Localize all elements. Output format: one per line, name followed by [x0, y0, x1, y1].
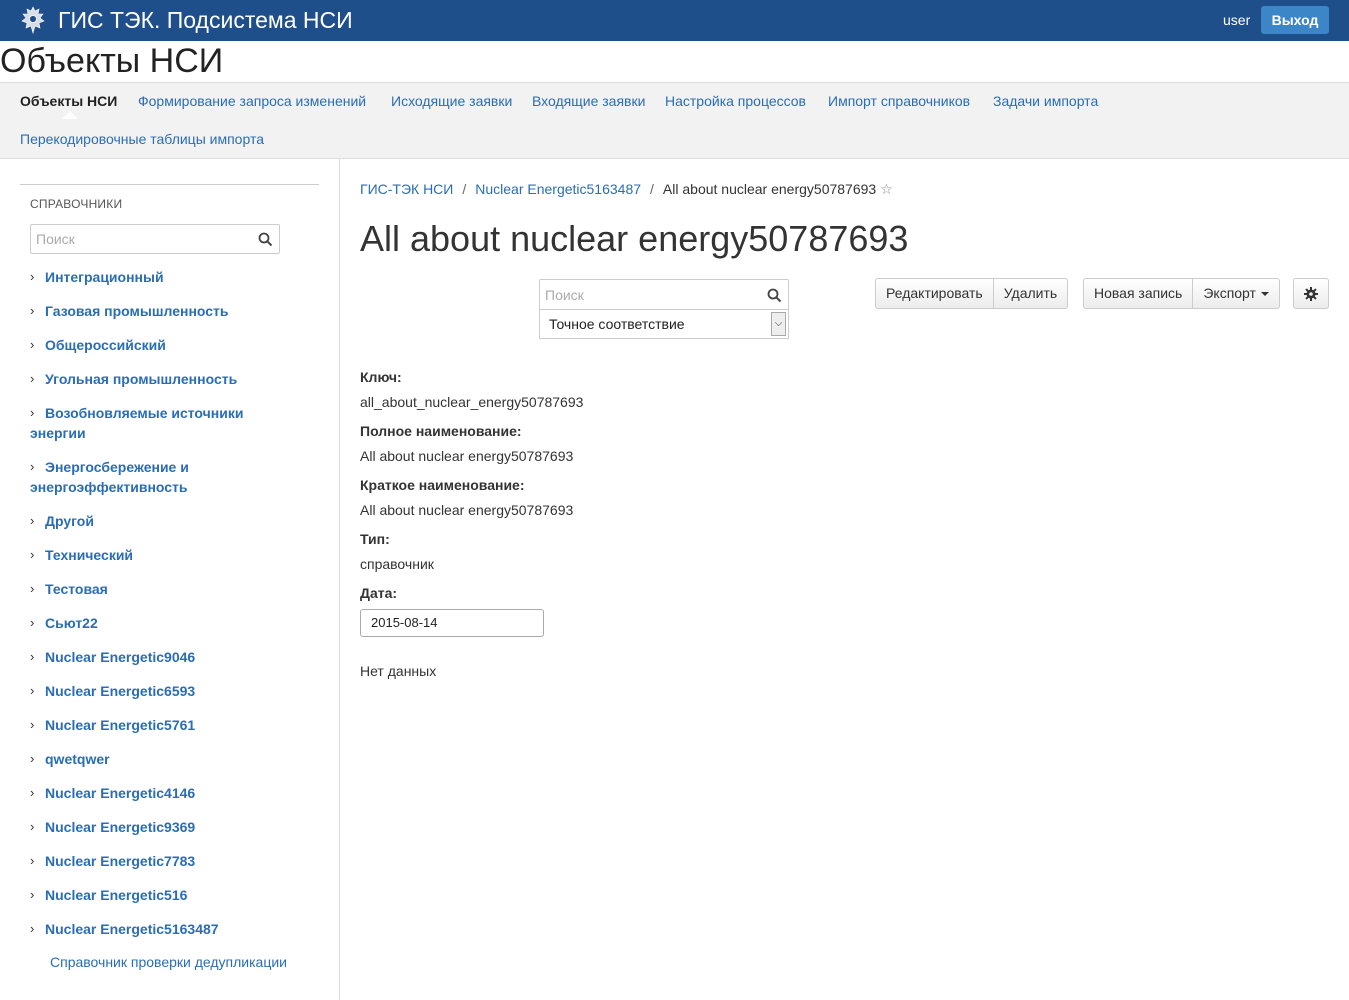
- chevron-right-icon: ›: [30, 459, 35, 474]
- sidebar-search-input[interactable]: [31, 225, 241, 253]
- field-fullname-label: Полное наименование:: [360, 423, 522, 439]
- field-fullname-value: All about nuclear energy50787693: [360, 448, 574, 464]
- settings-group: [1293, 278, 1329, 309]
- app-title: ГИС ТЭК. Подсистема НСИ: [58, 7, 353, 33]
- nav-item-process-settings[interactable]: Настройка процессов: [665, 93, 806, 109]
- chevron-right-icon: ›: [30, 785, 35, 800]
- chevron-right-icon: ›: [30, 405, 35, 420]
- nav-item-outgoing[interactable]: Исходящие заявки: [391, 93, 512, 109]
- tree-item[interactable]: › Энергосбережение и энергоэффективность: [30, 457, 220, 497]
- export-button[interactable]: Экспорт: [1193, 278, 1280, 309]
- tree-item[interactable]: › Nuclear Energetic5761: [30, 715, 320, 735]
- tree-item[interactable]: › Другой: [30, 511, 320, 531]
- tree-item[interactable]: › Интеграционный: [30, 267, 320, 287]
- search-icon[interactable]: [767, 288, 782, 303]
- nav-item-change-request[interactable]: Формирование запроса изменений: [138, 93, 366, 109]
- tree-item[interactable]: › Nuclear Energetic9046: [30, 647, 320, 667]
- breadcrumb: ГИС-ТЭК НСИ / Nuclear Energetic5163487/All…: [360, 181, 893, 197]
- field-key-label: Ключ:: [360, 369, 402, 385]
- tree-item[interactable]: › Nuclear Energetic516: [30, 885, 320, 905]
- tree-item[interactable]: › Угольная промышленность: [30, 369, 320, 389]
- new-record-button[interactable]: Новая запись: [1083, 278, 1194, 309]
- chevron-right-icon: ›: [30, 751, 35, 766]
- chevron-right-icon: ›: [30, 371, 35, 386]
- match-mode-select[interactable]: Точное соответствие ⌵: [539, 309, 789, 339]
- nav-item-incoming[interactable]: Входящие заявки: [532, 93, 645, 109]
- edit-delete-group: Редактировать Удалить: [875, 278, 1069, 309]
- tree-leaf-dedup[interactable]: Справочник проверки дедупликации: [50, 954, 287, 970]
- record-title: All about nuclear energy50787693: [360, 218, 909, 259]
- tree-item[interactable]: › Тестовая: [30, 579, 320, 599]
- nav-item-import-dictionaries[interactable]: Импорт справочников: [828, 93, 970, 109]
- chevron-down-icon: ⌵: [771, 312, 786, 336]
- field-key-value: all_about_nuclear_energy50787693: [360, 394, 584, 410]
- gear-icon: [1304, 287, 1318, 302]
- breadcrumb-parent[interactable]: Nuclear Energetic5163487: [475, 181, 641, 197]
- tree-item[interactable]: › Nuclear Energetic9369: [30, 817, 320, 837]
- tree-item[interactable]: › qwetqwer: [30, 749, 320, 769]
- edit-button[interactable]: Редактировать: [875, 278, 994, 309]
- new-export-group: Новая запись Экспорт: [1083, 278, 1280, 309]
- sidebar-search: [30, 224, 280, 254]
- record-search: [539, 279, 789, 310]
- chevron-right-icon: ›: [30, 683, 35, 698]
- chevron-right-icon: ›: [30, 547, 35, 562]
- page-title: Объекты НСИ: [0, 42, 224, 80]
- tree-item[interactable]: › Возобновляемые источники энергии: [30, 403, 270, 443]
- record-search-input[interactable]: [540, 280, 760, 309]
- chevron-right-icon: ›: [30, 921, 35, 936]
- empty-state-text: Нет данных: [360, 663, 437, 679]
- sidebar: СПРАВОЧНИКИ ›Интеграционный ›Газовая про…: [0, 159, 340, 1000]
- username: user: [1223, 12, 1251, 28]
- chevron-right-icon: ›: [30, 887, 35, 902]
- nav-item-recoding-tables[interactable]: Перекодировочные таблицы импорта: [20, 131, 264, 147]
- chevron-right-icon: ›: [30, 649, 35, 664]
- emblem-icon: [21, 6, 45, 35]
- field-type-label: Тип:: [360, 531, 390, 547]
- chevron-right-icon: ›: [30, 717, 35, 732]
- nav-item-import-tasks[interactable]: Задачи импорта: [993, 93, 1098, 109]
- field-shortname-value: All about nuclear energy50787693: [360, 502, 574, 518]
- tree-item[interactable]: › Nuclear Energetic4146: [30, 783, 320, 803]
- chevron-right-icon: ›: [30, 615, 35, 630]
- delete-button[interactable]: Удалить: [993, 278, 1069, 309]
- field-date-label: Дата:: [360, 585, 398, 601]
- caret-down-icon: [1260, 292, 1269, 297]
- field-shortname-label: Краткое наименование:: [360, 477, 525, 493]
- logout-button[interactable]: Выход: [1261, 6, 1329, 34]
- field-type-value: справочник: [360, 556, 434, 572]
- dictionary-tree: › Интеграционный › Газовая промышленность …: [30, 267, 320, 953]
- breadcrumb-root[interactable]: ГИС-ТЭК НСИ: [360, 181, 453, 197]
- date-field[interactable]: 2015-08-14: [360, 609, 544, 637]
- star-icon[interactable]: ☆: [880, 181, 893, 197]
- match-mode-value: Точное соответствие: [549, 316, 685, 332]
- search-icon[interactable]: [258, 232, 273, 247]
- sidebar-heading: СПРАВОЧНИКИ: [30, 197, 123, 211]
- tree-item[interactable]: › Технический: [30, 545, 320, 565]
- breadcrumb-current: All about nuclear energy50787693: [662, 181, 877, 197]
- sidebar-divider: [20, 184, 319, 185]
- chevron-right-icon: ›: [30, 269, 35, 284]
- chevron-right-icon: ›: [30, 303, 35, 318]
- tree-item[interactable]: › Газовая промышленность: [30, 301, 320, 321]
- nav-active-caret: [62, 111, 78, 119]
- record-fields: Ключ: all_about_nuclear_energy50787693 П…: [360, 367, 960, 603]
- settings-button[interactable]: [1293, 278, 1329, 309]
- tree-item[interactable]: › Общероссийский: [30, 335, 320, 355]
- chevron-right-icon: ›: [30, 819, 35, 834]
- tree-item[interactable]: › Nuclear Energetic6593: [30, 681, 320, 701]
- tree-item[interactable]: › Nuclear Energetic5163487: [30, 919, 320, 939]
- chevron-right-icon: ›: [30, 853, 35, 868]
- tree-item[interactable]: › Сьют22: [30, 613, 320, 633]
- tree-item[interactable]: › Nuclear Energetic7783: [30, 851, 320, 871]
- chevron-right-icon: ›: [30, 581, 35, 596]
- top-bar: ГИС ТЭК. Подсистема НСИ user Выход: [0, 0, 1349, 41]
- chevron-right-icon: ›: [30, 513, 35, 528]
- chevron-right-icon: ›: [30, 337, 35, 352]
- nav-item-objects[interactable]: Объекты НСИ: [20, 93, 117, 109]
